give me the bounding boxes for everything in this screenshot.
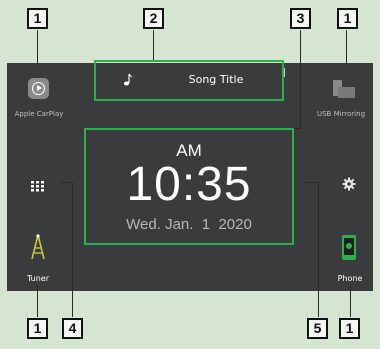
carplay-icon <box>28 78 49 99</box>
tuner-label: Tuner <box>26 274 50 283</box>
grid-menu-icon <box>31 181 44 192</box>
settings-button[interactable] <box>342 176 356 191</box>
callout-line-5 <box>318 182 319 317</box>
menu-button[interactable] <box>31 177 45 192</box>
callout-line-5-h <box>304 182 319 183</box>
callout-line-3 <box>300 30 301 128</box>
callout-line-1b <box>346 30 347 65</box>
tuner-shortcut[interactable]: Tuner <box>20 234 56 284</box>
now-playing-widget[interactable]: Song Title <box>94 60 284 101</box>
callout-3-clock: 3 <box>290 8 311 29</box>
usb-mirroring-shortcut[interactable]: USB Mirroring <box>317 78 370 124</box>
usb-mirroring-label: USB Mirroring <box>316 110 366 118</box>
usb-mirroring-icon <box>333 78 355 100</box>
now-playing-progress <box>284 68 285 77</box>
callout-line-4 <box>72 182 73 317</box>
callout-2-now-playing: 2 <box>143 8 164 29</box>
gear-icon <box>342 177 356 191</box>
apple-carplay-shortcut[interactable]: Apple CarPlay <box>14 78 64 124</box>
callout-1-tuner: 1 <box>27 318 48 339</box>
clock-date: Wed. Jan. 1 2020 <box>126 216 252 233</box>
music-note-icon <box>123 73 132 86</box>
song-title: Song Title <box>188 73 244 86</box>
callout-line-1a <box>37 30 38 65</box>
clock-widget[interactable]: AM 10:35 Wed. Jan. 1 2020 <box>84 128 294 245</box>
phone-label: Phone <box>337 274 363 283</box>
callout-1-phone: 1 <box>339 318 360 339</box>
callout-line-1c <box>37 285 38 317</box>
phone-shortcut[interactable]: Phone <box>330 234 370 284</box>
callout-line-2 <box>153 30 154 60</box>
phone-icon <box>342 235 356 260</box>
tuner-icon <box>31 234 45 260</box>
callout-line-4-h <box>60 182 73 183</box>
callout-line-1d <box>350 285 351 317</box>
callout-5-settings: 5 <box>307 318 328 339</box>
callout-1-usb-mirroring: 1 <box>337 8 358 29</box>
clock-time: 10:35 <box>126 158 252 211</box>
callout-1-apple-carplay: 1 <box>27 8 48 29</box>
callout-4-menu: 4 <box>62 318 83 339</box>
apple-carplay-label: Apple CarPlay <box>14 110 64 118</box>
